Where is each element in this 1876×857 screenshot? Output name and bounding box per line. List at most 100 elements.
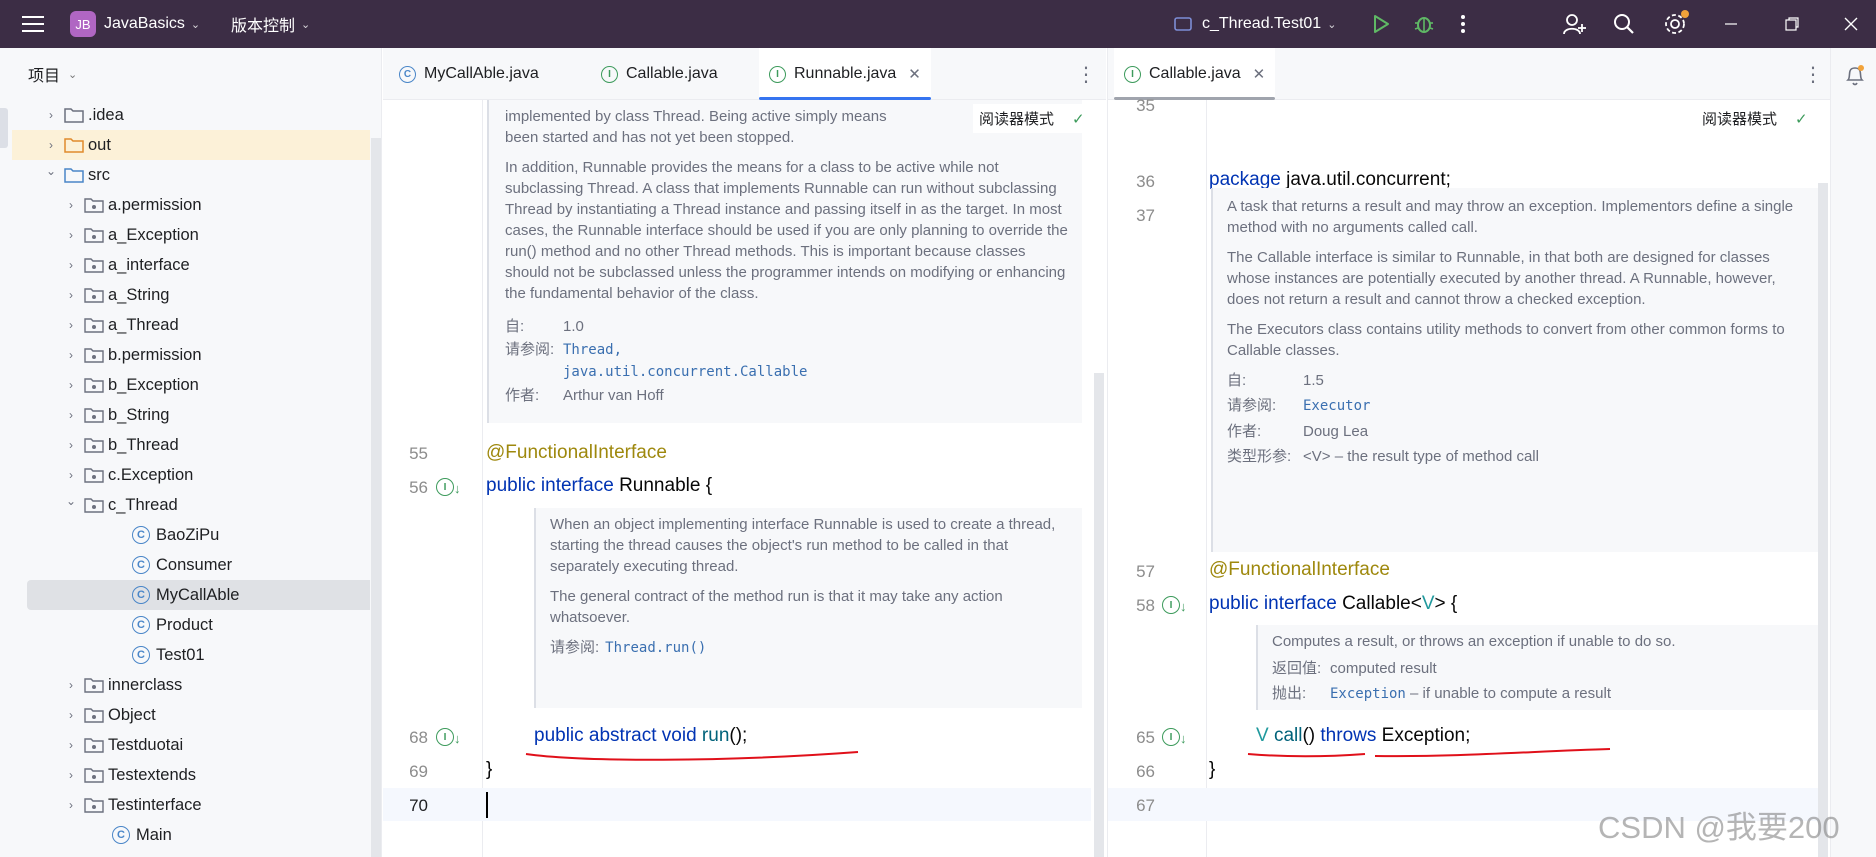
tree-item-a-interface[interactable]: › a_interface [12,250,370,280]
code-line-68[interactable]: public abstract void run(); [534,725,747,747]
chevron-right-icon[interactable]: › [64,258,78,272]
more-vertical-icon[interactable]: ⋮ [1803,62,1823,87]
tree-item-b-thread[interactable]: › b_Thread [12,430,370,460]
search-icon[interactable] [1613,0,1635,48]
link-callable[interactable]: java.util.concurrent.Callable [563,364,807,380]
tab-callable[interactable]: I Callable.java [591,48,728,100]
restore-icon[interactable] [1785,0,1799,48]
tree-item-mycallable[interactable]: C MyCallAble [27,580,370,610]
tree-item-consumer[interactable]: C Consumer [12,550,370,580]
hamburger-menu-icon[interactable] [22,0,44,48]
tab-callable-right[interactable]: I Callable.java ✕ [1114,48,1276,100]
reader-mode-toggle[interactable]: 阅读器模式 ✓ [1696,104,1814,133]
tree-item-b-exception[interactable]: › b_Exception [12,370,370,400]
tree-item-b-string[interactable]: › b_String [12,400,370,430]
tree-item-product[interactable]: C Product [12,610,370,640]
chevron-right-icon[interactable]: › [44,138,58,152]
tree-item-baozipu[interactable]: C BaoZiPu [12,520,370,550]
chevron-right-icon[interactable]: › [64,378,78,392]
close-tab-icon[interactable]: ✕ [1253,65,1266,83]
tree-item-out[interactable]: › out [12,130,370,160]
chevron-right-icon[interactable]: › [64,228,78,242]
chevron-right-icon[interactable]: › [64,288,78,302]
tree-item-label: out [88,135,111,154]
tree-item-object[interactable]: › Object [12,700,370,730]
chevron-right-icon[interactable]: › [64,708,78,722]
left-editor-scrollbar[interactable] [1094,373,1104,857]
debug-icon[interactable] [1413,0,1435,48]
chevron-right-icon[interactable]: › [64,438,78,452]
package-icon [84,796,104,814]
chevron-right-icon[interactable]: › [44,108,58,122]
tree-item-a-permission[interactable]: › a.permission [12,190,370,220]
chevron-right-icon[interactable]: › [64,738,78,752]
tree-item-src[interactable]: ⌄ src [12,160,370,190]
settings-icon[interactable] [1663,0,1689,48]
doc-run-p2: The general contract of the method run i… [550,588,1003,626]
vcs-menu[interactable]: 版本控制 ⌄ [231,0,310,48]
tree-item-innerclass[interactable]: › innerclass [12,670,370,700]
chevron-down-icon[interactable]: ⌄ [44,164,58,178]
implemented-marker-icon[interactable]: I [1162,596,1180,614]
javadoc-callable-class: A task that returns a result and may thr… [1211,188,1819,552]
project-panel-header[interactable]: 项目 ⌄ [0,48,382,100]
tree-item-a-thread[interactable]: › a_Thread [12,310,370,340]
tree-item-testinterface[interactable]: › Testinterface [12,790,370,820]
project-selector[interactable]: JB JavaBasics ⌄ [70,0,200,48]
add-user-icon[interactable] [1563,0,1587,48]
code-line-66[interactable]: } [1209,759,1215,781]
chevron-right-icon[interactable]: › [64,798,78,812]
tree-item-test01[interactable]: C Test01 [12,640,370,670]
tab-runnable[interactable]: I Runnable.java ✕ [759,48,931,100]
tool-window-strip[interactable] [0,108,8,148]
red-underline-annotation [525,751,859,761]
project-name: JavaBasics [104,15,185,32]
chevron-right-icon[interactable]: › [64,318,78,332]
chevron-right-icon[interactable]: › [64,678,78,692]
chevron-right-icon[interactable]: › [64,768,78,782]
minimize-icon[interactable] [1724,0,1738,48]
code-line-55[interactable]: @FunctionalInterface [486,442,667,464]
tab-mycallable[interactable]: C MyCallAble.java [389,48,549,100]
chevron-right-icon[interactable]: › [64,408,78,422]
project-scrollbar[interactable] [371,138,381,857]
tree-item-idea[interactable]: › .idea [12,100,370,130]
run-config-selector[interactable]: c_Thread.Test01 ⌄ [1174,0,1336,48]
reader-mode-toggle[interactable]: 阅读器模式 ✓ [973,104,1091,133]
implemented-marker-icon[interactable]: I [436,478,454,496]
code-line-58[interactable]: public interface Callable<V> { [1209,593,1457,615]
tree-item-a-exception[interactable]: › a_Exception [12,220,370,250]
link-exception[interactable]: Exception [1330,686,1406,702]
more-vertical-icon[interactable] [1460,0,1466,48]
close-tab-icon[interactable]: ✕ [908,65,921,83]
tree-item-label: a_String [108,285,170,304]
tree-item-testextends[interactable]: › Testextends [12,760,370,790]
tree-item-c-thread[interactable]: ⌄ c_Thread [12,490,370,520]
doc-see: 请参阅: Executor [1227,397,1371,414]
link-thread-run[interactable]: Thread.run() [605,640,706,656]
run-icon[interactable] [1372,0,1390,48]
package-icon [84,406,104,424]
chevron-right-icon[interactable]: › [64,198,78,212]
chevron-right-icon[interactable]: › [64,468,78,482]
code-line-69[interactable]: } [486,759,492,781]
tree-item-main[interactable]: C Main [12,820,370,850]
link-thread[interactable]: Thread, [563,342,622,358]
close-icon[interactable] [1844,0,1858,48]
implemented-marker-icon[interactable]: I [1162,728,1180,746]
link-executor[interactable]: Executor [1303,398,1370,414]
tree-item-testduotai[interactable]: › Testduotai [12,730,370,760]
right-editor-scrollbar[interactable] [1818,183,1828,857]
chevron-right-icon[interactable]: › [64,348,78,362]
implemented-marker-icon[interactable]: I [436,728,454,746]
code-line-57[interactable]: @FunctionalInterface [1209,559,1390,581]
tree-item-label: a.permission [108,195,202,214]
notifications-bell-icon[interactable] [1844,63,1866,87]
more-vertical-icon[interactable]: ⋮ [1076,62,1096,87]
doc-type-param: 类型形参: <V> – the result type of method cal… [1227,448,1539,465]
tree-item-c-exception[interactable]: › c.Exception [12,460,370,490]
chevron-down-icon[interactable]: ⌄ [64,494,78,508]
tree-item-a-string[interactable]: › a_String [12,280,370,310]
tree-item-b-permission[interactable]: › b.permission [12,340,370,370]
code-line-56[interactable]: public interface Runnable { [486,475,712,497]
